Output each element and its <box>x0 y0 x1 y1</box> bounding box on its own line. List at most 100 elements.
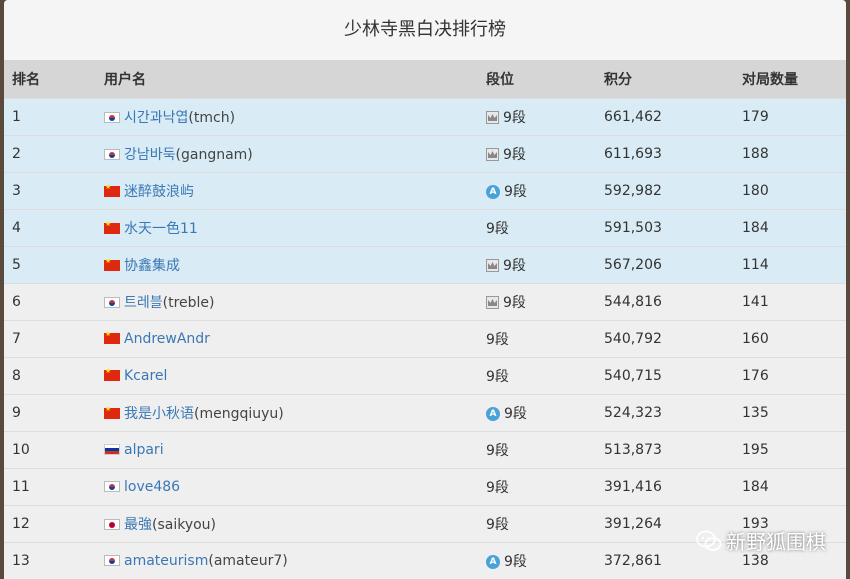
score-cell: 513,873 <box>596 430 734 468</box>
flag-cn-icon <box>104 367 120 381</box>
wechat-icon <box>696 530 722 557</box>
username-link[interactable]: 协鑫集成 <box>124 258 180 274</box>
rank-cell: 7 <box>4 319 96 357</box>
username-link[interactable]: 트레블 <box>124 295 163 311</box>
flag-cn-icon <box>104 183 120 197</box>
table-row: 7 AndrewAndr 9段 540,792160 <box>4 319 846 357</box>
username-link[interactable]: AndrewAndr <box>124 331 210 347</box>
games-cell: 184 <box>734 467 846 505</box>
dan-cell: 9段 <box>478 97 596 135</box>
dan-cell: 9段 <box>478 430 596 468</box>
flag-cn-icon <box>104 405 120 419</box>
games-cell: 188 <box>734 134 846 172</box>
games-cell: 184 <box>734 208 846 246</box>
flag-cn-icon <box>104 257 120 271</box>
flag-kr-icon <box>104 112 120 123</box>
username-cell: 水天一色11 <box>96 208 478 246</box>
score-cell: 391,416 <box>596 467 734 505</box>
flag-cn-icon <box>104 330 120 344</box>
score-cell: 591,503 <box>596 208 734 246</box>
username-link[interactable]: 我是小秋语 <box>124 406 194 422</box>
table-row: 10 alpari 9段 513,873 195 <box>4 430 846 468</box>
username-handle: (tmch) <box>188 109 236 126</box>
table-row: 6 트레블(treble) 9段 544,816 141 <box>4 282 846 320</box>
games-cell: 135 <box>734 393 846 431</box>
header-dan[interactable]: 段位 <box>478 60 596 98</box>
table-row: 1 시간과낙엽(tmch) 9段 661,462 179 <box>4 97 846 135</box>
flag-kr-icon <box>104 555 120 566</box>
a-badge-icon: A <box>486 406 500 421</box>
username-cell: 트레블(treble) <box>96 282 478 320</box>
username-cell: 我是小秋语(mengqiuyu) <box>96 393 478 431</box>
dan-label: 9段 <box>503 146 526 163</box>
username-cell: 协鑫集成 <box>96 245 478 283</box>
username-handle: (gangnam) <box>175 146 253 163</box>
header-score[interactable]: 积分 <box>596 60 734 98</box>
rank-cell: 2 <box>4 134 96 172</box>
games-cell: 179 <box>734 97 846 135</box>
username-handle: (treble) <box>162 294 215 311</box>
username-handle: (mengqiuyu) <box>194 405 284 422</box>
dan-label: 9段 <box>486 516 509 533</box>
dan-cell: A 9段 <box>478 393 596 431</box>
username-cell: 시간과낙엽(tmch) <box>96 97 478 135</box>
dan-label: 9段 <box>486 479 509 496</box>
dan-cell: 9段 <box>478 467 596 505</box>
dan-cell: 9段 <box>478 208 596 246</box>
username-link[interactable]: alpari <box>124 442 164 458</box>
username-link[interactable]: amateurism <box>124 553 208 569</box>
username-link[interactable]: 강남바둑 <box>124 147 176 163</box>
table-body: 1 시간과낙엽(tmch) 9段 661,462 179 2 강남바둑(gangnam) 9段… <box>4 97 846 579</box>
table-row: 9我是小秋语(mengqiuyu)A9段524,323135 <box>4 393 846 431</box>
dan-cell: 9段 <box>478 504 596 542</box>
ranking-table: 排名 用户名 段位 积分 对局数量 1 시간과낙엽(tmch) 9段 661,462 1… <box>4 60 846 579</box>
username-link[interactable]: 最強 <box>124 517 152 533</box>
username-cell: alpari <box>96 430 478 468</box>
header-username[interactable]: 用户名 <box>96 60 478 98</box>
username-cell: Kcarel <box>96 356 478 394</box>
score-cell: 540,715 <box>596 356 734 394</box>
score-cell: 661,462 <box>596 97 734 135</box>
username-cell: 最強(saikyou) <box>96 504 478 542</box>
header-games[interactable]: 对局数量 <box>734 60 846 98</box>
watermark: 新野狐围棋 <box>696 526 826 557</box>
crown-icon <box>486 259 499 272</box>
score-cell: 544,816 <box>596 282 734 320</box>
dan-cell: 9段 <box>478 319 596 357</box>
dan-label: 9段 <box>486 331 509 348</box>
games-cell: 141 <box>734 282 846 320</box>
flag-jp-icon <box>104 519 120 530</box>
ranking-panel: 少林寺黑白决排行榜 排名 用户名 段位 积分 对局数量 1 시간과낙엽(tmch)… <box>4 0 846 579</box>
username-handle: (amateur7) <box>208 552 288 569</box>
rank-cell: 13 <box>4 541 96 579</box>
dan-label: 9段 <box>504 183 527 200</box>
games-cell: 114 <box>734 245 846 283</box>
rank-cell: 12 <box>4 504 96 542</box>
table-header-row: 排名 用户名 段位 积分 对局数量 <box>4 60 846 98</box>
dan-label: 9段 <box>504 405 527 422</box>
dan-label: 9段 <box>503 109 526 126</box>
page-title: 少林寺黑白决排行榜 <box>4 0 846 60</box>
username-cell: amateurism(amateur7) <box>96 541 478 579</box>
dan-label: 9段 <box>486 368 509 385</box>
username-link[interactable]: 水天一色11 <box>124 221 198 237</box>
rank-cell: 10 <box>4 430 96 468</box>
username-link[interactable]: 迷醉鼓浪屿 <box>124 184 194 200</box>
dan-cell: 9段 <box>478 245 596 283</box>
username-link[interactable]: Kcarel <box>124 368 167 384</box>
score-cell: 611,693 <box>596 134 734 172</box>
dan-cell: A 9段 <box>478 171 596 209</box>
table-row: 3 迷醉鼓浪屿 A 9段 592,982180 <box>4 171 846 209</box>
header-rank[interactable]: 排名 <box>4 60 96 98</box>
score-cell: 540,792 <box>596 319 734 357</box>
username-link[interactable]: 시간과낙엽 <box>124 110 188 126</box>
dan-cell: 9段 <box>478 282 596 320</box>
rank-cell: 4 <box>4 208 96 246</box>
flag-kr-icon <box>104 481 120 492</box>
table-row: 5 协鑫集成 9段 567,206114 <box>4 245 846 283</box>
username-link[interactable]: love486 <box>124 479 180 495</box>
username-cell: love486 <box>96 467 478 505</box>
dan-label: 9段 <box>486 442 509 459</box>
flag-ru-icon <box>104 444 120 455</box>
dan-cell: 9段 <box>478 356 596 394</box>
